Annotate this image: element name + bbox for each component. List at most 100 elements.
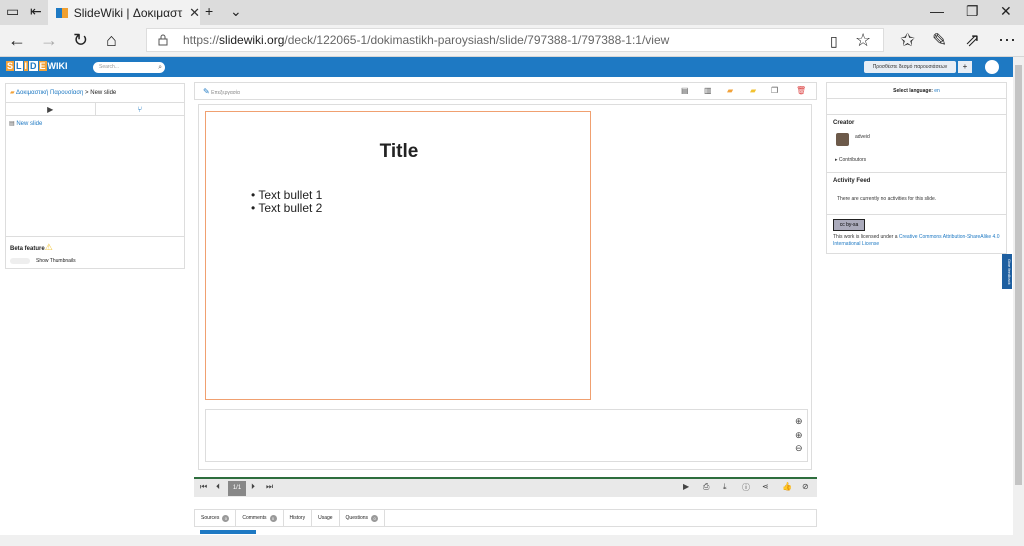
download-icon[interactable]: ⤓ xyxy=(723,482,727,492)
edit-label: Επεξεργασία xyxy=(211,90,240,96)
refresh-icon[interactable]: ↻ xyxy=(73,30,88,51)
divider xyxy=(827,114,1006,115)
delete-icon[interactable]: 🗑 xyxy=(796,86,806,95)
tab-preview-chevron-icon[interactable]: ⌄ xyxy=(230,3,242,20)
creator-name[interactable]: adveid xyxy=(855,134,870,140)
slidewiki-logo[interactable]: S L I D E WIKI xyxy=(6,61,68,71)
count-badge: 0 xyxy=(222,514,230,522)
breadcrumb: ▰ Δοκιμαστική Παρουσίαση > New slide xyxy=(10,89,116,96)
previous-slide-icon[interactable]: ⏴ xyxy=(216,482,220,492)
play-icon[interactable]: ▶ xyxy=(6,103,96,115)
web-note-icon[interactable]: ✎ xyxy=(932,30,947,51)
info-icon[interactable]: ⓘ xyxy=(742,482,750,493)
lock-icon xyxy=(158,34,168,46)
language-value[interactable]: en xyxy=(934,88,940,94)
user-avatar[interactable] xyxy=(985,60,999,74)
like-icon[interactable]: 👍 xyxy=(782,482,792,491)
license-text: This work is licensed under a Creative C… xyxy=(833,234,1003,248)
app-header: S L I D E WIKI Search... ⌕ Προσθέστε δεσ… xyxy=(0,57,1013,77)
url-path: /deck/122065-1/dokimastikh-paroysiash/sl… xyxy=(284,33,670,47)
language-selector[interactable]: Select language: en xyxy=(827,83,1006,99)
zoom-reset-icon[interactable]: ⊕ xyxy=(795,430,803,441)
folder-add-icon[interactable]: ▰ xyxy=(750,86,756,95)
tab-label: History xyxy=(289,515,306,521)
browser-address-bar: ← → ↻ ⌂ https://slidewiki.org/deck/12206… xyxy=(0,25,1024,57)
home-icon[interactable]: ⌂ xyxy=(106,30,117,51)
tab-label: Questions xyxy=(345,515,369,521)
add-slide-icon[interactable]: ▤ xyxy=(681,86,689,95)
tree-item-slide[interactable]: ▤ New slide xyxy=(9,120,42,127)
share-icon[interactable]: ⇗ xyxy=(965,30,980,51)
beta-label: Beta feature xyxy=(10,246,45,252)
play-presentation-icon[interactable]: ▶ xyxy=(683,482,689,491)
tab-actions-icon[interactable]: ▭ xyxy=(6,3,19,20)
feedback-tab[interactable]: Give feedback xyxy=(1002,254,1012,289)
info-panel: Select language: en Creator adveid ▸ Con… xyxy=(826,82,1007,254)
restore-icon[interactable]: ❐ xyxy=(966,3,979,20)
new-tab-icon[interactable]: + xyxy=(205,3,213,19)
scrollbar-thumb[interactable] xyxy=(1015,65,1022,485)
url-scheme: https:// xyxy=(183,33,220,47)
deck-tree-tabs: ▶ ⑂ xyxy=(6,102,184,116)
add-plus-button[interactable]: + xyxy=(958,61,972,73)
fork-icon[interactable]: ⑂ xyxy=(96,103,185,115)
forward-icon[interactable]: → xyxy=(40,30,58,51)
edit-button[interactable]: ✎ Επεξεργασία xyxy=(203,87,240,96)
search-icon[interactable]: ⌕ xyxy=(158,62,162,73)
tab-close-icon[interactable]: ✕ xyxy=(189,5,200,21)
creator-avatar[interactable] xyxy=(836,133,849,146)
add-subdeck-icon[interactable]: ▰ xyxy=(727,86,733,95)
close-window-icon[interactable]: ✕ xyxy=(1000,3,1012,20)
speaker-notes xyxy=(205,409,808,462)
logo-letter: L xyxy=(15,61,23,71)
bullet-item: • Text bullet 2 xyxy=(251,201,323,215)
activity-text: There are currently no activities for th… xyxy=(837,196,937,202)
copy-icon[interactable]: ❐ xyxy=(771,86,778,95)
count-badge: 0 xyxy=(371,514,379,522)
vertical-scrollbar[interactable] xyxy=(1013,57,1024,546)
deck-tree-panel: ▰ Δοκιμαστική Παρουσίαση > New slide ▶ ⑂… xyxy=(5,83,185,269)
divider xyxy=(827,172,1006,173)
report-icon[interactable]: ⊘ xyxy=(802,482,809,491)
breadcrumb-deck-link[interactable]: Δοκιμαστική Παρουσίαση xyxy=(16,90,83,96)
count-badge: 0 xyxy=(269,514,277,522)
next-slide-icon[interactable]: ⏵ xyxy=(251,482,255,492)
tab-title: SlideWiki | Δοκιμαστική xyxy=(73,5,183,20)
zoom-out-icon[interactable]: ⊖ xyxy=(795,443,803,454)
slide-file-icon: ▤ xyxy=(9,121,15,127)
url-field[interactable]: https://slidewiki.org/deck/122065-1/doki… xyxy=(146,28,884,52)
reading-view-icon[interactable]: ▯ xyxy=(830,33,838,50)
more-icon[interactable]: ⋯ xyxy=(998,30,1016,51)
tab-usage[interactable]: Usage xyxy=(312,510,340,526)
add-presentation-button[interactable]: Προσθέστε δεσμό παρουσιάσεων xyxy=(864,61,956,73)
favorite-star-icon[interactable]: ☆ xyxy=(855,30,871,51)
breadcrumb-separator: > xyxy=(85,90,89,96)
back-icon[interactable]: ← xyxy=(8,30,26,51)
horizontal-scrollbar[interactable] xyxy=(0,535,1013,546)
tab-questions[interactable]: Questions 0 xyxy=(340,510,386,526)
tab-sources[interactable]: Sources 0 xyxy=(195,510,237,526)
tab-label: Sources xyxy=(201,515,220,521)
slidewiki-favicon-icon xyxy=(56,7,68,18)
print-icon[interactable]: ⎙ xyxy=(703,482,709,492)
thumbnails-toggle[interactable] xyxy=(10,258,30,264)
contributors-toggle[interactable]: ▸ Contributors xyxy=(835,157,866,163)
favorites-hub-icon[interactable]: ✩ xyxy=(900,30,915,51)
folder-icon: ▰ xyxy=(10,90,15,96)
duplicate-slide-icon[interactable]: ▥ xyxy=(704,86,712,95)
slide-title: Title xyxy=(379,141,419,162)
cc-license-badge[interactable]: cc by-sa xyxy=(833,219,865,231)
browser-tab-active[interactable]: SlideWiki | Δοκιμαστική ✕ xyxy=(48,0,200,25)
search-input[interactable]: Search... ⌕ xyxy=(93,62,165,73)
content-tabs: Sources 0 Comments 0 History Usage Questio… xyxy=(194,509,817,527)
set-aside-tabs-icon[interactable]: ⇤ xyxy=(30,3,42,20)
tab-comments[interactable]: Comments 0 xyxy=(236,510,284,526)
minimize-icon[interactable]: — xyxy=(930,3,944,19)
last-slide-icon[interactable]: ⏭ xyxy=(266,482,273,492)
first-slide-icon[interactable]: ⏮ xyxy=(200,482,207,492)
tab-history[interactable]: History xyxy=(284,510,313,526)
zoom-in-icon[interactable]: ⊕ xyxy=(795,416,803,427)
slide-navigation-bar: ⏮ ⏴ 1/1 ⏵ ⏭ ▶ ⎙ ⤓ ⓘ ⋖ 👍 ⊘ xyxy=(194,477,817,497)
search-placeholder: Search... xyxy=(99,64,120,70)
share-slide-icon[interactable]: ⋖ xyxy=(762,482,769,491)
